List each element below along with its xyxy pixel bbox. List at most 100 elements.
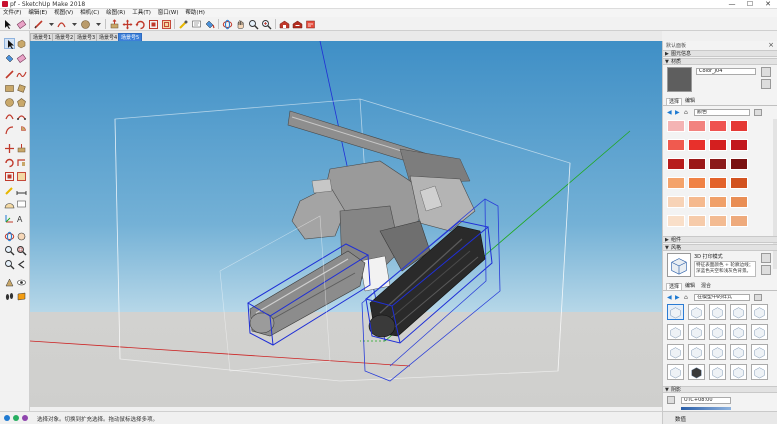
material-swatch[interactable] [709,158,727,170]
3d-text-tool-icon[interactable]: A [16,213,27,224]
scale-icon[interactable] [148,19,159,30]
user-icon[interactable] [22,415,28,421]
select-tool-icon[interactable] [4,38,15,49]
style-thumbnail[interactable] [730,364,747,380]
shape-circle-icon[interactable] [80,19,91,30]
push-pull-tool-icon[interactable] [16,143,27,154]
menu-view[interactable]: 视图(V) [51,9,75,17]
protractor-tool-icon[interactable] [4,199,15,210]
material-swatch[interactable] [688,139,706,151]
style-thumbnail[interactable] [667,344,684,360]
previous-view-tool-icon[interactable] [16,259,27,270]
circle-tool-icon[interactable] [4,97,15,108]
home-icon[interactable]: ⌂ [684,109,688,116]
style-thumbnail[interactable] [667,324,684,340]
material-swatch[interactable] [667,177,685,189]
tab-scene-5[interactable]: 场景号5 [118,33,143,41]
time-slider[interactable] [681,407,731,410]
style-thumbnail[interactable] [688,304,705,320]
style-thumbnail[interactable] [709,304,726,320]
orbit-icon[interactable] [222,19,233,30]
material-swatch[interactable] [667,158,685,170]
select-arrow-icon[interactable] [3,19,14,30]
style-thumbnail[interactable] [751,364,768,380]
material-category-select[interactable]: 颜色 [694,109,750,116]
style-thumbnail[interactable] [730,304,747,320]
position-camera-tool-icon[interactable] [4,277,15,288]
sample-paint-icon[interactable] [761,79,771,89]
toggle-shadows-icon[interactable] [667,396,675,404]
materials-tab-edit[interactable]: 编辑 [683,98,697,105]
credits-icon[interactable] [13,415,19,421]
material-swatch[interactable] [730,120,748,132]
arc-tool-icon[interactable] [4,111,15,122]
close-button[interactable]: ✕ [759,0,777,9]
tab-scene-1[interactable]: 场景号1 [30,33,55,41]
tape-measure-icon[interactable] [178,19,189,30]
styles-forward-arrow-icon[interactable]: ▶ [675,294,680,301]
follow-me-tool-icon[interactable] [16,157,27,168]
minimize-button[interactable]: — [723,0,741,9]
three-point-arc-tool-icon[interactable] [4,125,15,136]
line-pencil-icon[interactable] [33,19,44,30]
line-tool-icon[interactable] [4,69,15,80]
paint-bucket-icon[interactable] [204,19,215,30]
style-thumbnail[interactable] [751,344,768,360]
styles-tab-select[interactable]: 选择 [666,283,683,290]
eraser-tool-icon[interactable] [16,53,27,64]
zoom-window-tool-icon[interactable] [16,245,27,256]
styles-details-icon[interactable] [754,294,762,301]
pan-tool-icon[interactable] [16,231,27,242]
material-swatch[interactable] [667,139,685,151]
material-swatch[interactable] [709,215,727,227]
panel-entity-info-header[interactable]: ▶ 图元信息 [663,50,777,57]
rectangle-tool-icon[interactable] [4,83,15,94]
material-swatch[interactable] [730,177,748,189]
utc-offset-select[interactable]: UTC+08:00 [681,397,731,404]
layout-send-icon[interactable] [305,19,316,30]
move-tool-icon[interactable] [4,143,15,154]
material-swatch[interactable] [709,196,727,208]
materials-tab-select[interactable]: 选择 [666,98,683,105]
shape-dropdown-icon[interactable] [93,19,104,30]
offset-icon[interactable] [161,19,172,30]
two-point-arc-tool-icon[interactable] [16,111,27,122]
material-swatch[interactable] [730,215,748,227]
menu-tools[interactable]: 工具(T) [129,9,153,17]
update-style-icon[interactable] [761,265,771,275]
menu-camera[interactable]: 相机(C) [77,9,101,17]
pan-icon[interactable] [235,19,246,30]
arc-icon[interactable] [56,19,67,30]
style-thumbnail[interactable] [709,344,726,360]
extension-warehouse-icon[interactable] [292,19,303,30]
text-tool-icon[interactable] [16,199,27,210]
material-swatch[interactable] [667,120,685,132]
material-swatch[interactable] [688,158,706,170]
rotated-rectangle-tool-icon[interactable] [16,83,27,94]
style-thumbnail[interactable] [730,324,747,340]
menu-draw[interactable]: 绘图(R) [103,9,127,17]
material-name-field[interactable]: Color_J04 [696,68,756,75]
panel-materials-header[interactable]: ▼ 材质 [663,58,777,65]
zoom-tool-icon[interactable] [4,245,15,256]
rotate-icon[interactable] [135,19,146,30]
warehouse-icon[interactable] [279,19,290,30]
paint-tool-icon[interactable] [4,53,15,64]
material-swatch[interactable] [730,158,748,170]
geo-location-icon[interactable] [4,415,10,421]
zoom-icon[interactable] [248,19,259,30]
material-swatch[interactable] [709,120,727,132]
back-arrow-icon[interactable]: ◀ [667,109,672,116]
material-swatch[interactable] [667,215,685,227]
menu-file[interactable]: 文件(F) [0,9,23,17]
scale-tool-icon[interactable] [4,171,15,182]
offset-tool-icon[interactable] [16,171,27,182]
freehand-tool-icon[interactable] [16,69,27,80]
styles-tab-edit[interactable]: 编辑 [683,283,697,290]
style-thumbnail[interactable] [688,344,705,360]
styles-back-arrow-icon[interactable]: ◀ [667,294,672,301]
menu-help[interactable]: 帮助(H) [182,9,206,17]
zoom-extents-icon[interactable] [261,19,272,30]
style-thumbnail[interactable] [709,364,726,380]
arc-dropdown-icon[interactable] [69,19,80,30]
